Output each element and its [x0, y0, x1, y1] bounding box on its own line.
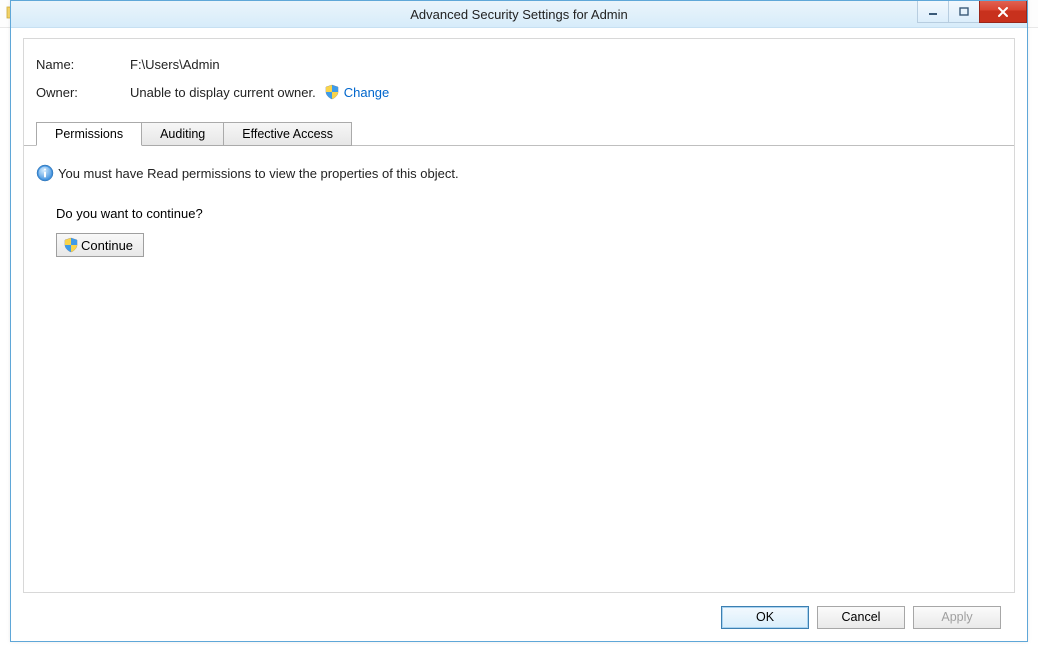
name-label: Name: [36, 57, 130, 72]
prompt-text: Do you want to continue? [56, 206, 1002, 221]
close-button[interactable] [979, 1, 1027, 23]
header-fields: Name: F:\Users\Admin Owner: Unable to di… [24, 39, 1014, 122]
tab-auditing[interactable]: Auditing [141, 122, 224, 146]
minimize-icon [928, 7, 938, 17]
titlebar[interactable]: Advanced Security Settings for Admin [11, 1, 1027, 28]
dialog-window: Advanced Security Settings for Admin Nam… [10, 0, 1028, 642]
close-icon [996, 6, 1010, 18]
maximize-icon [959, 7, 969, 17]
maximize-button[interactable] [948, 1, 980, 23]
name-value: F:\Users\Admin [130, 57, 220, 72]
shield-icon [63, 237, 79, 253]
owner-value: Unable to display current owner. [130, 85, 316, 100]
shield-icon [324, 84, 340, 100]
change-link[interactable]: Change [344, 85, 390, 100]
tab-panel: You must have Read permissions to view t… [24, 146, 1014, 592]
window-title: Advanced Security Settings for Admin [410, 7, 628, 22]
tab-effective-access[interactable]: Effective Access [223, 122, 352, 146]
owner-change-action[interactable]: Change [324, 84, 390, 100]
window-controls [918, 1, 1027, 23]
minimize-button[interactable] [917, 1, 949, 23]
ok-button[interactable]: OK [721, 606, 809, 629]
tab-permissions-label: Permissions [55, 127, 123, 141]
tab-permissions[interactable]: Permissions [36, 122, 142, 146]
owner-label: Owner: [36, 85, 130, 100]
name-row: Name: F:\Users\Admin [36, 57, 1002, 72]
info-icon [36, 164, 54, 182]
tab-effective-label: Effective Access [242, 127, 333, 141]
inner-panel: Name: F:\Users\Admin Owner: Unable to di… [23, 38, 1015, 593]
dialog-content: Name: F:\Users\Admin Owner: Unable to di… [11, 28, 1027, 641]
cancel-button[interactable]: Cancel [817, 606, 905, 629]
tab-strip: Permissions Auditing Effective Access [24, 122, 1014, 146]
owner-row: Owner: Unable to display current owner. [36, 84, 1002, 100]
tab-auditing-label: Auditing [160, 127, 205, 141]
continue-button[interactable]: Continue [56, 233, 144, 257]
dialog-footer: OK Cancel Apply [23, 593, 1015, 641]
continue-label: Continue [81, 238, 133, 253]
apply-button: Apply [913, 606, 1001, 629]
info-message-row: You must have Read permissions to view t… [36, 164, 1002, 182]
info-message: You must have Read permissions to view t… [58, 166, 459, 181]
